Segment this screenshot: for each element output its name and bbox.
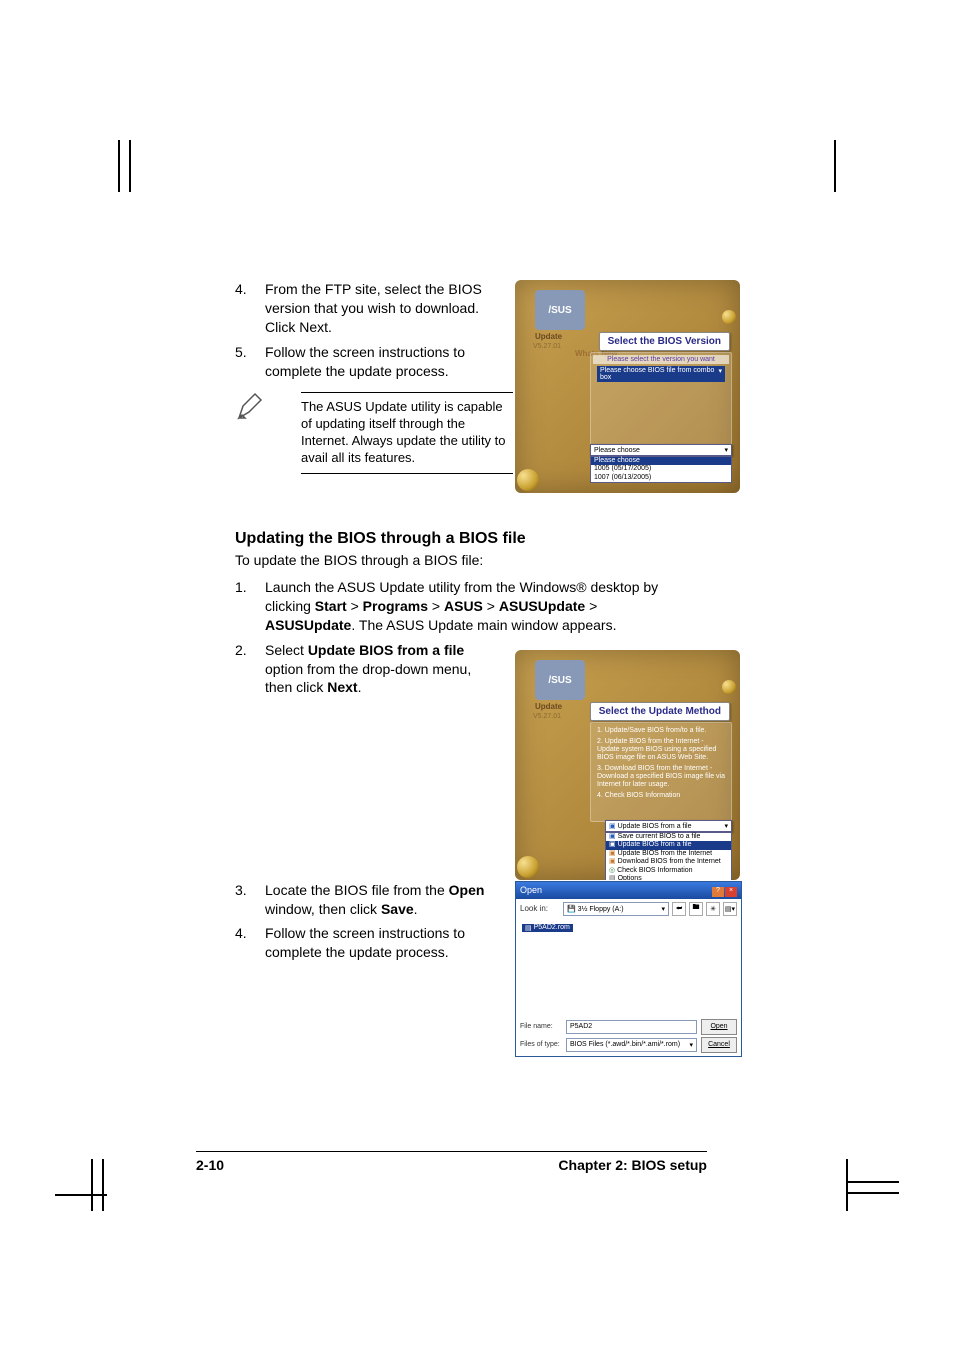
view-icon[interactable]: ▤▾ [723, 902, 737, 916]
section-heading: Updating the BIOS through a BIOS file [235, 530, 705, 548]
back-icon[interactable]: ⮨ [672, 902, 686, 916]
asus-logo: /SUS [535, 290, 585, 330]
version-option[interactable]: 1005 (05/17/2005) [591, 465, 731, 473]
filename-label: File name: [520, 1023, 562, 1030]
close-icon[interactable]: × [725, 887, 737, 897]
file-listing[interactable]: ▤ P5AD2.rom [520, 921, 737, 1015]
orb-icon [517, 469, 539, 491]
method-option: 2. Update BIOS from the Internet - Updat… [597, 738, 725, 762]
method-item[interactable]: ▣ Download BIOS from the Internet [606, 858, 731, 866]
instruction-panel: Please select the version you want Pleas… [590, 352, 732, 447]
version-dropdown[interactable]: Please choose▾ [590, 444, 732, 456]
step-text: Launch the ASUS Update utility from the … [265, 578, 665, 635]
help-icon[interactable]: ? [712, 887, 724, 897]
step-text: Follow the screen instructions to comple… [265, 924, 485, 962]
step-number: 3. [235, 881, 265, 919]
screenshot-select-bios-version: /SUS Update V5.27.01 Whats New Select th… [515, 280, 740, 493]
pencil-icon [235, 392, 265, 422]
step-4: 4. From the FTP site, select the BIOS ve… [235, 280, 485, 337]
step-text: Select Update BIOS from a file option fr… [265, 641, 485, 698]
combo-highlight[interactable]: Please choose BIOS file from combo box▾ [597, 366, 725, 382]
dialog-title: Open [520, 885, 542, 895]
footer-rule [196, 1151, 707, 1152]
method-item[interactable]: ▤ Options [606, 875, 731, 880]
method-options-panel: 1. Update/Save BIOS from/to a file. 2. U… [590, 722, 732, 822]
step-number: 2. [235, 641, 265, 698]
filename-input[interactable]: P5AD2 [566, 1020, 697, 1034]
method-dropdown-list[interactable]: ▣ Save current BIOS to a file ▣ Update B… [605, 832, 732, 880]
step-2: 2. Select Update BIOS from a file option… [235, 641, 485, 698]
version-option[interactable]: Please choose [591, 457, 731, 465]
step-1: 1. Launch the ASUS Update utility from t… [235, 578, 665, 635]
banner-title: Select the BIOS Version [599, 332, 730, 351]
step-5: 5. Follow the screen instructions to com… [235, 343, 485, 381]
dialog-titlebar: Open ?× [516, 882, 741, 899]
page-number: 2-10 [196, 1157, 224, 1173]
method-item[interactable]: ▣ Update BIOS from the Internet [606, 850, 731, 858]
file-item[interactable]: ▤ P5AD2.rom [522, 924, 573, 932]
orb-icon [517, 856, 539, 878]
step-4b: 4. Follow the screen instructions to com… [235, 924, 485, 962]
chapter-title: Chapter 2: BIOS setup [558, 1157, 707, 1173]
step-number: 1. [235, 578, 265, 635]
step-text: From the FTP site, select the BIOS versi… [265, 280, 485, 337]
filetype-dropdown[interactable]: BIOS Files (*.awd/*.bin/*.ami/*.rom)▾ [566, 1038, 697, 1052]
method-dropdown[interactable]: ▣ Update BIOS from a file▾ [605, 820, 732, 832]
update-label: Update [535, 332, 562, 341]
note-text: The ASUS Update utility is capable of up… [301, 392, 513, 474]
lookin-dropdown[interactable]: 💾 3½ Floppy (A:)▾ [563, 902, 669, 916]
screenshot-select-update-method: /SUS Update V5.27.01 Select the Update M… [515, 650, 740, 880]
step-text: Locate the BIOS file from the Open windo… [265, 881, 485, 919]
method-option: 4. Check BIOS Information [597, 792, 725, 800]
instruction-text: Please select the version you want [593, 355, 729, 364]
step-3: 3. Locate the BIOS file from the Open wi… [235, 881, 485, 919]
method-item[interactable]: ◎ Check BIOS Information [606, 867, 731, 875]
banner-title: Select the Update Method [590, 702, 730, 721]
note-block: The ASUS Update utility is capable of up… [235, 392, 485, 474]
new-folder-icon[interactable]: ✳ [706, 902, 720, 916]
version-label: V5.27.01 [533, 713, 561, 720]
step-number: 4. [235, 924, 265, 962]
step-number: 5. [235, 343, 265, 381]
open-file-dialog: Open ?× Look in: 💾 3½ Floppy (A:)▾ ⮨ 🖿 ✳… [515, 881, 742, 1057]
method-option: 3. Download BIOS from the Internet - Dow… [597, 765, 725, 789]
section-subheading: To update the BIOS through a BIOS file: [235, 552, 705, 568]
orb-icon [722, 310, 736, 324]
version-label: V5.27.01 [533, 343, 561, 350]
open-button[interactable]: Open [701, 1019, 737, 1035]
up-icon[interactable]: 🖿 [689, 902, 703, 916]
method-item[interactable]: ▣ Update BIOS from a file [606, 841, 731, 849]
step-text: Follow the screen instructions to comple… [265, 343, 485, 381]
method-option: 1. Update/Save BIOS from/to a file. [597, 727, 725, 735]
page-footer: 2-10 Chapter 2: BIOS setup [196, 1157, 707, 1173]
page-content: 4. From the FTP site, select the BIOS ve… [235, 280, 705, 1071]
step-number: 4. [235, 280, 265, 337]
asus-logo: /SUS [535, 660, 585, 700]
method-item[interactable]: ▣ Save current BIOS to a file [606, 833, 731, 841]
cancel-button[interactable]: Cancel [701, 1037, 737, 1053]
filetype-label: Files of type: [520, 1041, 562, 1048]
lookin-label: Look in: [520, 904, 560, 913]
version-option[interactable]: 1007 (06/13/2005) [591, 474, 731, 482]
version-dropdown-list[interactable]: Please choose 1005 (05/17/2005) 1007 (06… [590, 456, 732, 483]
orb-icon [722, 680, 736, 694]
update-label: Update [535, 702, 562, 711]
